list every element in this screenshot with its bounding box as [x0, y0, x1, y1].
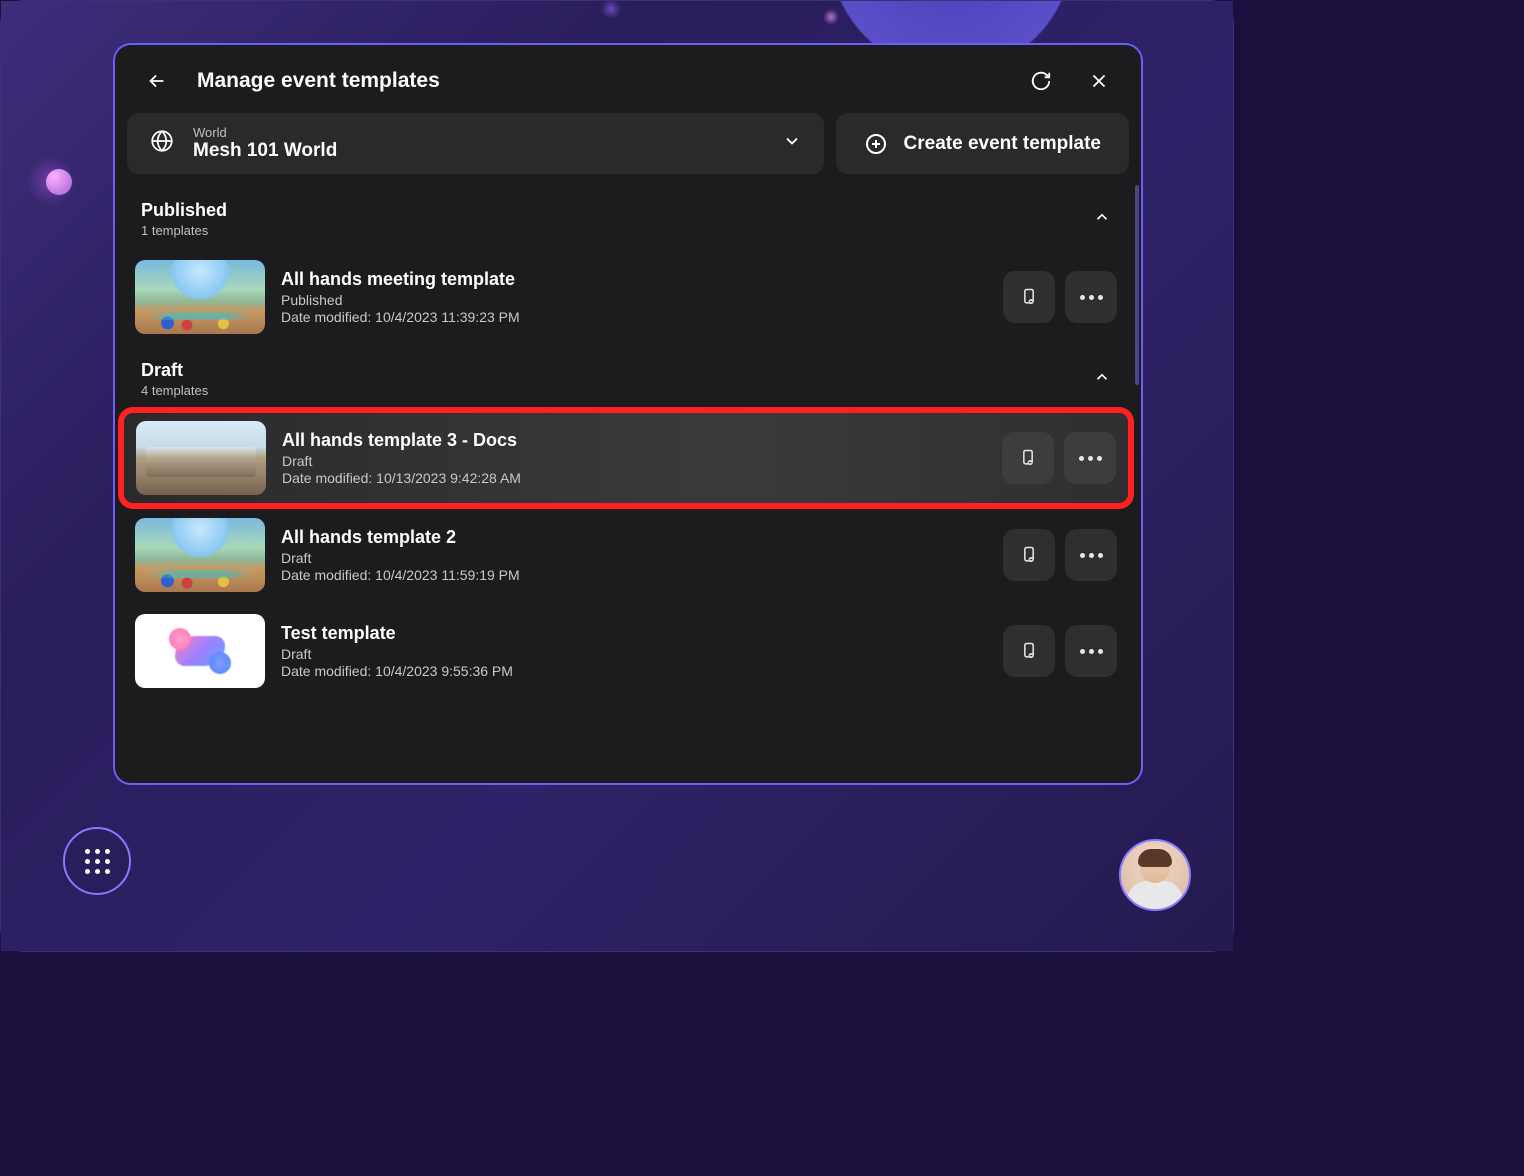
template-info: Test template DraftDate modified: 10/4/20…	[281, 623, 987, 679]
page-title: Manage event templates	[197, 69, 1001, 93]
more-actions-button[interactable]	[1065, 625, 1117, 677]
template-status: Draft	[281, 550, 987, 566]
decorative-planet	[46, 169, 72, 195]
section-title: Published	[141, 200, 1093, 221]
back-button[interactable]	[139, 63, 175, 99]
row-actions	[1003, 271, 1117, 323]
window-header: Manage event templates	[115, 45, 1141, 113]
row-actions	[1002, 432, 1116, 484]
close-icon	[1088, 70, 1110, 92]
template-date: Date modified: 10/13/2023 9:42:28 AM	[282, 470, 986, 486]
apps-menu-button[interactable]	[63, 827, 131, 895]
world-value: Mesh 101 World	[193, 140, 764, 162]
chevron-up-icon	[1093, 208, 1111, 231]
grid-icon	[85, 849, 110, 874]
template-status: Draft	[282, 453, 986, 469]
chevron-down-icon	[782, 131, 802, 156]
avatar-body	[1127, 881, 1183, 911]
device-action-button[interactable]	[1003, 625, 1055, 677]
more-icon	[1080, 649, 1103, 654]
row-actions	[1003, 529, 1117, 581]
close-button[interactable]	[1081, 63, 1117, 99]
chevron-up-icon	[1093, 368, 1111, 391]
more-actions-button[interactable]	[1064, 432, 1116, 484]
template-list: Published 1 templates All hands meeting te…	[115, 186, 1141, 783]
more-icon	[1079, 456, 1102, 461]
device-action-button[interactable]	[1002, 432, 1054, 484]
refresh-icon	[1030, 70, 1052, 92]
template-status: Published	[281, 292, 987, 308]
template-title: Test template	[281, 623, 987, 644]
template-row[interactable]: Test template DraftDate modified: 10/4/20…	[121, 604, 1131, 698]
template-thumbnail	[135, 614, 265, 688]
template-thumbnail	[135, 260, 265, 334]
more-icon	[1080, 295, 1103, 300]
template-info: All hands template 2 DraftDate modified: …	[281, 527, 987, 583]
template-title: All hands template 2	[281, 527, 987, 548]
template-row[interactable]: All hands meeting template PublishedDate …	[121, 250, 1131, 344]
world-label: World	[193, 125, 764, 140]
template-date: Date modified: 10/4/2023 11:39:23 PM	[281, 309, 987, 325]
template-info: All hands template 3 - Docs DraftDate mod…	[282, 430, 986, 486]
create-template-button[interactable]: Create event template	[836, 113, 1129, 174]
section-header[interactable]: Draft 4 templates	[115, 346, 1137, 408]
template-title: All hands meeting template	[281, 269, 987, 290]
device-action-button[interactable]	[1003, 529, 1055, 581]
arrow-left-icon	[146, 70, 168, 92]
row-actions	[1003, 625, 1117, 677]
template-date: Date modified: 10/4/2023 11:59:19 PM	[281, 567, 987, 583]
template-row[interactable]: All hands template 2 DraftDate modified: …	[121, 508, 1131, 602]
template-title: All hands template 3 - Docs	[282, 430, 986, 451]
template-info: All hands meeting template PublishedDate …	[281, 269, 987, 325]
section-title: Draft	[141, 360, 1093, 381]
scrollbar[interactable]	[1135, 185, 1139, 385]
refresh-button[interactable]	[1023, 63, 1059, 99]
more-actions-button[interactable]	[1065, 271, 1117, 323]
more-actions-button[interactable]	[1065, 529, 1117, 581]
toolbar: World Mesh 101 World Create event templa…	[115, 113, 1141, 186]
template-status: Draft	[281, 646, 987, 662]
avatar-button[interactable]	[1119, 839, 1191, 911]
template-manager-window: Manage event templates World Mesh 101 Wo…	[113, 43, 1143, 785]
template-date: Date modified: 10/4/2023 9:55:36 PM	[281, 663, 987, 679]
plus-circle-icon	[864, 132, 888, 156]
world-selector[interactable]: World Mesh 101 World	[127, 113, 824, 174]
template-thumbnail	[136, 421, 266, 495]
section-subtitle: 1 templates	[141, 223, 1093, 238]
avatar-hair	[1138, 849, 1172, 867]
device-action-button[interactable]	[1003, 271, 1055, 323]
template-row[interactable]: All hands template 3 - Docs DraftDate mod…	[121, 410, 1131, 506]
section-header[interactable]: Published 1 templates	[115, 186, 1137, 248]
section-subtitle: 4 templates	[141, 383, 1093, 398]
more-icon	[1080, 553, 1103, 558]
globe-icon	[149, 128, 175, 159]
create-button-label: Create event template	[904, 133, 1101, 155]
template-thumbnail	[135, 518, 265, 592]
